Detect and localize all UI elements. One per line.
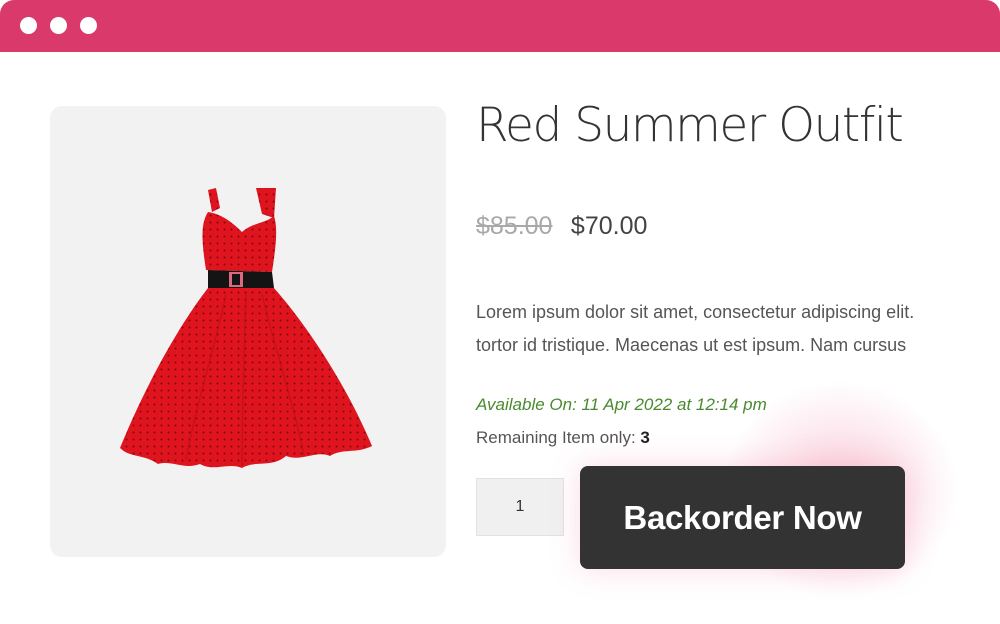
price-row: $85.00 $70.00 — [476, 212, 647, 241]
browser-window: Red Summer Outfit $85.00 $70.00 Lorem ip… — [0, 0, 1000, 624]
backorder-now-button[interactable]: Backorder Now — [580, 466, 905, 569]
window-control-dot-icon[interactable] — [50, 17, 67, 34]
original-price: $85.00 — [476, 212, 553, 240]
red-dress-image — [120, 188, 372, 468]
product-description: Lorem ipsum dolor sit amet, consectetur … — [476, 296, 976, 362]
window-control-dot-icon[interactable] — [20, 17, 37, 34]
sale-price: $70.00 — [570, 212, 648, 240]
quantity-input[interactable]: 1 — [476, 478, 564, 536]
remaining-label: Remaining Item only: — [476, 428, 641, 447]
remaining-count: 3 — [640, 428, 650, 447]
description-line: Lorem ipsum dolor sit amet, consectetur … — [476, 302, 915, 322]
product-title: Red Summer Outfit — [476, 98, 904, 153]
description-line: tortor id tristique. Maecenas ut est ips… — [476, 335, 907, 355]
window-titlebar — [0, 0, 1000, 52]
window-control-dot-icon[interactable] — [80, 17, 97, 34]
remaining-stock: Remaining Item only: 3 — [476, 428, 650, 448]
